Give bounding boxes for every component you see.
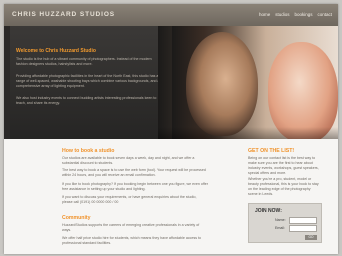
nav-home[interactable]: home: [259, 12, 270, 17]
book-paragraph: If you like to book photography? If you …: [62, 182, 208, 191]
book-paragraph: The best way to book a space is to use t…: [62, 168, 206, 177]
join-form: JOIN NOW: Name: Email: GO: [248, 203, 322, 243]
name-input[interactable]: [289, 217, 317, 224]
community-paragraph: HuzzardStudios supports the careers of e…: [62, 223, 200, 232]
hero-shade: [158, 127, 338, 139]
community-heading: Community: [62, 215, 91, 221]
nav-studios[interactable]: studios: [275, 12, 289, 17]
list-paragraph: Whether you're a pro, student, model or …: [248, 177, 319, 196]
main-content: How to book a studio Our studios are ava…: [4, 139, 338, 254]
book-heading: How to book a studio: [62, 148, 115, 154]
main-nav: home studios bookings contact: [259, 12, 332, 17]
site-logo[interactable]: CHRIS HUZZARD STUDIOS: [12, 11, 115, 18]
header-bar: CHRIS HUZZARD STUDIOS home studios booki…: [4, 4, 338, 26]
nav-bookings[interactable]: bookings: [294, 12, 312, 17]
hero-banner: Welcome to Chris Huzzard Studio The stud…: [4, 26, 338, 139]
list-paragraph: Being on our contact list is the best wa…: [248, 156, 319, 175]
portrait-face-2: [268, 42, 338, 139]
hero-paragraph: Providing affordable photographic facili…: [16, 74, 160, 88]
email-label: Email:: [275, 226, 285, 230]
hero-paragraph: The studio is the hub of a vibrant commu…: [16, 57, 152, 66]
name-label: Name:: [275, 218, 286, 222]
welcome-heading: Welcome to Chris Huzzard Studio: [16, 48, 96, 54]
browser-page: CHRIS HUZZARD STUDIOS home studios booki…: [4, 4, 338, 254]
join-submit-button[interactable]: GO: [305, 235, 317, 240]
nav-contact[interactable]: contact: [317, 12, 332, 17]
hero-portrait-image: [158, 26, 338, 139]
book-paragraph: Our studios are available to book seven …: [62, 156, 195, 165]
book-paragraph: If you want to discuss your requirements…: [62, 195, 197, 204]
portrait-face-1: [186, 32, 258, 136]
hero-paragraph: We also host industry events to connect …: [16, 96, 157, 105]
list-heading: GET ON THE LIST!: [248, 148, 295, 154]
community-paragraph: We offer half price studio hire for stud…: [62, 236, 202, 245]
email-input[interactable]: [289, 225, 317, 232]
join-title: JOIN NOW:: [255, 208, 282, 214]
